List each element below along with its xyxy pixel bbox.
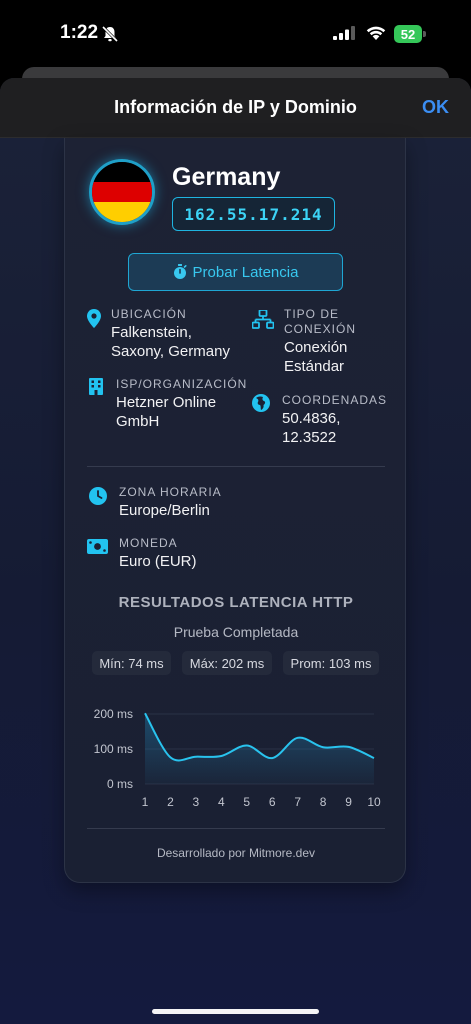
connection-type-label-line-2: CONEXIÓN <box>284 322 357 336</box>
connection-type-value-line-2: Estándar <box>284 358 345 375</box>
location-pin-icon <box>87 309 101 328</box>
germany-flag-icon <box>89 159 155 225</box>
chart-x-tick-label: 8 <box>320 795 327 809</box>
globe-icon <box>252 394 270 412</box>
network-icon <box>252 310 274 329</box>
bell-slash-icon <box>101 25 119 43</box>
clock-icon <box>89 487 107 505</box>
timezone-label: ZONA HORARIA <box>119 485 222 499</box>
chart-x-tick-label: 7 <box>294 795 301 809</box>
page-title: Información de IP y Dominio <box>114 97 357 117</box>
latency-results-title: RESULTADOS LATENCIA HTTP <box>118 594 354 611</box>
isp-label: ISP/ORGANIZACIÓN <box>116 377 248 391</box>
latency-max: Máx: 202 ms <box>182 651 272 675</box>
test-latency-label: Probar Latencia <box>192 263 299 281</box>
battery-charging-icon: 52 <box>394 25 426 43</box>
location-label: UBICACIÓN <box>111 307 187 321</box>
ip-info-card: Germany 162.55.17.214 Probar Latencia UB… <box>64 138 406 883</box>
chart-x-tick-label: 4 <box>218 795 225 809</box>
chart-x-tick-label: 9 <box>345 795 352 809</box>
coordinates-value-line-2: 12.3522 <box>282 429 337 446</box>
coordinates-value-line-1: 50.4836, <box>282 410 341 427</box>
home-indicator[interactable] <box>152 1009 319 1014</box>
chart-y-tick-label: 100 ms <box>94 742 133 756</box>
isp-value-line-1: Hetzner Online <box>116 394 217 411</box>
building-icon <box>89 378 103 395</box>
signal-icon <box>333 26 355 40</box>
status-bar: 1:22 52 <box>0 0 471 66</box>
modal-sheet: Información de IP y Dominio OK Germany 1… <box>0 78 471 1024</box>
currency-value: Euro (EUR) <box>119 553 197 570</box>
isp-value-line-2: GmbH <box>116 413 160 430</box>
currency-label: MONEDA <box>119 536 178 550</box>
chart-y-tick-label: 0 ms <box>107 777 133 791</box>
chart-y-tick-label: 200 ms <box>94 707 133 721</box>
country-name: Germany <box>172 163 281 191</box>
footer-credit: Desarrollado por Mitmore.dev <box>156 846 316 860</box>
timezone-value: Europe/Berlin <box>119 502 210 519</box>
latency-avg: Prom: 103 ms <box>283 651 379 675</box>
latency-min: Mín: 74 ms <box>92 651 171 675</box>
status-time: 1:22 <box>60 22 99 43</box>
ip-address[interactable]: 162.55.17.214 <box>172 197 335 231</box>
chart-x-tick-label: 2 <box>167 795 174 809</box>
coordinates-label: COORDENADAS <box>282 393 388 407</box>
location-value-line-2: Saxony, Germany <box>111 343 230 360</box>
battery-level: 52 <box>394 25 422 43</box>
chart-x-tick-label: 5 <box>243 795 250 809</box>
chart-x-tick-label: 6 <box>269 795 276 809</box>
footer-divider <box>87 828 385 829</box>
nav-bar: Información de IP y Dominio OK <box>0 78 471 138</box>
wifi-icon <box>366 26 386 40</box>
test-latency-button[interactable]: Probar Latencia <box>128 253 343 291</box>
connection-type-value-line-1: Conexión <box>284 339 348 356</box>
divider <box>87 466 385 467</box>
chart-x-tick-label: 3 <box>193 795 200 809</box>
chart-x-tick-label: 10 <box>367 795 381 809</box>
location-value-line-1: Falkenstein, <box>111 324 192 341</box>
latency-test-status: Prueba Completada <box>173 624 299 640</box>
money-icon <box>87 539 108 554</box>
latency-chart: 200 ms 100 ms 0 ms 1 2 3 4 5 6 7 8 9 10 <box>94 707 381 809</box>
stopwatch-icon <box>173 264 187 279</box>
connection-type-label-line-1: TIPO DE <box>284 307 340 321</box>
chart-x-tick-label: 1 <box>142 795 149 809</box>
ok-button[interactable]: OK <box>422 97 449 118</box>
